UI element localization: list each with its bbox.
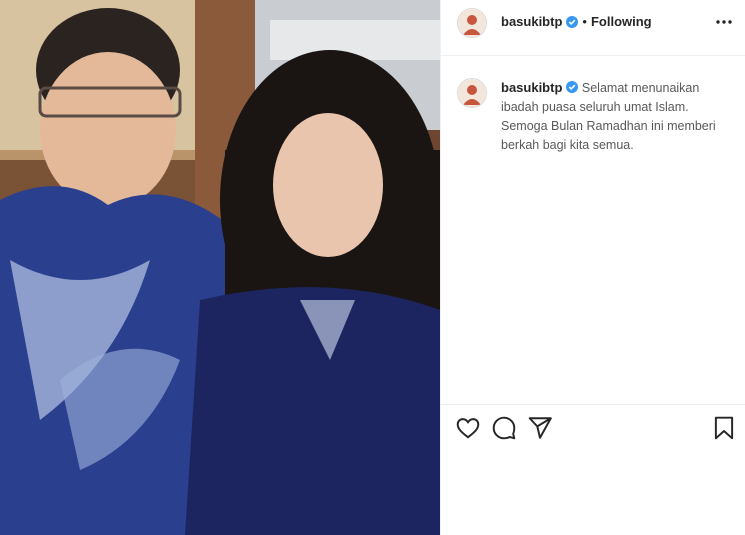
avatar-portrait-icon (458, 9, 486, 37)
photo-illustration (0, 0, 440, 535)
caption-username[interactable]: basukibtp (501, 80, 562, 95)
instagram-post: basukibtp • Following basukibtp Selamat … (0, 0, 745, 535)
post-header: basukibtp • Following (441, 0, 745, 56)
avatar-portrait-icon (458, 79, 486, 107)
more-options-button[interactable] (714, 12, 734, 32)
paper-plane-icon (528, 417, 552, 439)
caption-avatar[interactable] (457, 78, 487, 108)
separator-dot: • (582, 14, 587, 29)
share-button[interactable] (527, 415, 553, 441)
avatar[interactable] (457, 8, 487, 38)
post-image[interactable] (0, 0, 440, 535)
save-button[interactable] (711, 415, 737, 441)
heart-icon (456, 418, 480, 439)
verified-badge-icon (566, 81, 579, 93)
action-bar (441, 404, 745, 453)
header-user: basukibtp • Following (501, 14, 652, 29)
caption-text-block: basukibtp Selamat menunaikan ibadah puas… (501, 78, 736, 155)
post-sidebar: basukibtp • Following basukibtp Selamat … (440, 0, 745, 535)
following-button[interactable]: Following (591, 14, 652, 29)
verified-badge-icon (566, 15, 579, 28)
username-link[interactable]: basukibtp (501, 14, 562, 29)
comment-icon (492, 416, 516, 440)
like-button[interactable] (455, 415, 481, 441)
bookmark-icon (714, 416, 734, 440)
comment-button[interactable] (491, 415, 517, 441)
more-options-icon (716, 20, 732, 24)
